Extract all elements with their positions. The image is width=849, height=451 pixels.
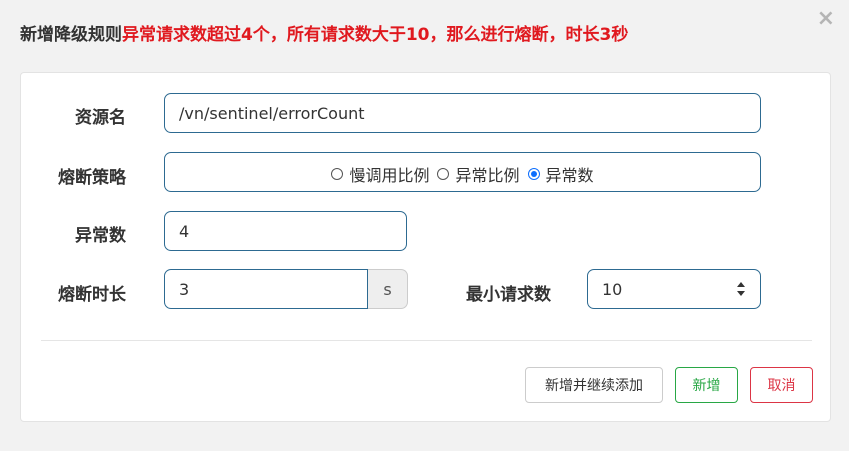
- strategy-radio-group: 慢调用比例 异常比例 异常数: [164, 152, 761, 192]
- strategy-label: 熔断策略: [58, 168, 126, 188]
- resource-input-value: /vn/sentinel/errorCount: [179, 103, 365, 123]
- close-icon[interactable]: ×: [817, 6, 835, 31]
- save-and-continue-button[interactable]: 新增并继续添加: [525, 367, 663, 403]
- dialog-title-note: 异常请求数超过4个，所有请求数大于10，那么进行熔断，时长3秒: [122, 25, 629, 45]
- min-requests-input-value: 10: [602, 279, 623, 299]
- strategy-option-label: 异常比例: [455, 166, 520, 185]
- radio-checked-icon[interactable]: [527, 168, 540, 180]
- error-count-label: 异常数: [75, 226, 126, 246]
- dialog-title-text: 新增降级规则: [20, 25, 122, 45]
- strategy-option-error-count[interactable]: 异常数: [527, 162, 594, 186]
- duration-label: 熔断时长: [58, 285, 126, 305]
- duration-input[interactable]: 3: [164, 269, 368, 309]
- radio-unchecked-icon[interactable]: [331, 168, 344, 180]
- duration-input-value: 3: [179, 279, 190, 299]
- strategy-option-error-ratio[interactable]: 异常比例: [437, 162, 520, 186]
- strategy-option-label: 慢调用比例: [349, 166, 430, 185]
- strategy-option-slow-ratio[interactable]: 慢调用比例: [331, 162, 429, 186]
- divider: [41, 340, 812, 341]
- resource-input[interactable]: /vn/sentinel/errorCount: [164, 93, 761, 133]
- error-count-input-value: 4: [179, 221, 190, 241]
- radio-unchecked-icon[interactable]: [437, 168, 450, 180]
- form-panel: 资源名 /vn/sentinel/errorCount 熔断策略 慢调用比例 异…: [20, 72, 831, 422]
- dialog-title: 新增降级规则异常请求数超过4个，所有请求数大于10，那么进行熔断，时长3秒: [20, 20, 628, 45]
- error-count-input[interactable]: 4: [164, 211, 407, 251]
- number-spinner-icon[interactable]: [736, 282, 746, 296]
- dialog-header: 新增降级规则异常请求数超过4个，所有请求数大于10，那么进行熔断，时长3秒 ×: [0, 0, 849, 60]
- min-requests-input[interactable]: 10: [587, 269, 761, 309]
- duration-unit-addon: s: [368, 269, 408, 309]
- add-button[interactable]: 新增: [675, 367, 738, 403]
- strategy-option-label: 异常数: [545, 166, 594, 185]
- cancel-button[interactable]: 取消: [750, 367, 813, 403]
- min-requests-label: 最小请求数: [466, 285, 551, 305]
- resource-label: 资源名: [75, 108, 126, 128]
